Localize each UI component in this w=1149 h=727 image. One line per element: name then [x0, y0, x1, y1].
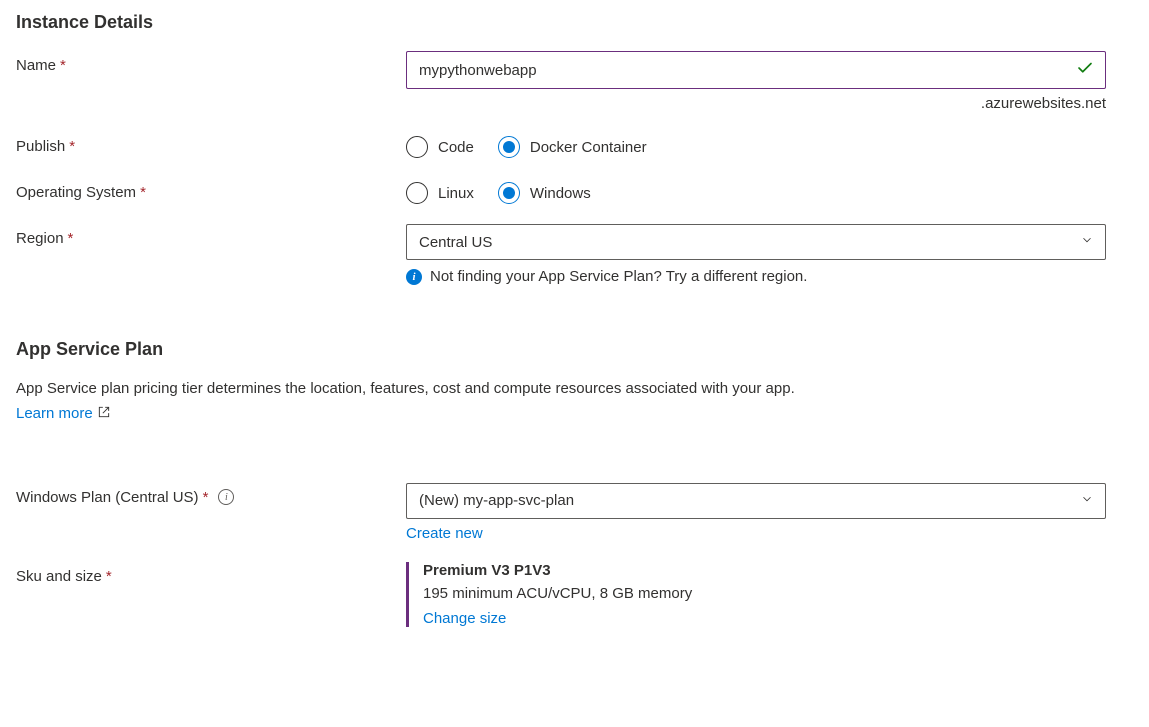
publish-docker-radio[interactable]: Docker Container — [498, 136, 647, 158]
required-indicator: * — [140, 184, 146, 201]
domain-suffix: .azurewebsites.net — [406, 95, 1106, 112]
radio-checked-icon — [498, 182, 520, 204]
instance-details-header: Instance Details — [16, 12, 1133, 33]
plan-label: Windows Plan (Central US) * i — [16, 483, 406, 506]
sku-label: Sku and size * — [16, 562, 406, 585]
publish-label: Publish * — [16, 132, 406, 155]
required-indicator: * — [69, 138, 75, 155]
os-label: Operating System * — [16, 178, 406, 201]
publish-row: Publish * Code Docker Container — [16, 132, 1133, 158]
required-indicator: * — [60, 57, 66, 74]
valid-check-icon — [1076, 59, 1094, 81]
required-indicator: * — [68, 230, 74, 247]
region-label: Region * — [16, 224, 406, 247]
os-linux-radio[interactable]: Linux — [406, 182, 474, 204]
info-outline-icon[interactable]: i — [218, 489, 234, 505]
plan-select[interactable]: (New) my-app-svc-plan — [406, 483, 1106, 519]
radio-checked-icon — [498, 136, 520, 158]
radio-unchecked-icon — [406, 136, 428, 158]
plan-row: Windows Plan (Central US) * i (New) my-a… — [16, 483, 1133, 542]
os-windows-radio[interactable]: Windows — [498, 182, 591, 204]
change-size-link[interactable]: Change size — [423, 610, 506, 627]
app-service-plan-header: App Service Plan — [16, 339, 1133, 360]
os-row: Operating System * Linux Windows — [16, 178, 1133, 204]
radio-unchecked-icon — [406, 182, 428, 204]
region-row: Region * Central US i Not finding your A… — [16, 224, 1133, 285]
region-select[interactable]: Central US — [406, 224, 1106, 260]
name-label: Name * — [16, 51, 406, 74]
sku-row: Sku and size * Premium V3 P1V3 195 minim… — [16, 562, 1133, 627]
required-indicator: * — [106, 568, 112, 585]
publish-code-radio[interactable]: Code — [406, 136, 474, 158]
sku-detail: 195 minimum ACU/vCPU, 8 GB memory — [423, 585, 1106, 602]
sku-box: Premium V3 P1V3 195 minimum ACU/vCPU, 8 … — [406, 562, 1106, 627]
external-link-icon — [97, 405, 111, 423]
app-service-plan-description: App Service plan pricing tier determines… — [16, 378, 1133, 401]
learn-more-link[interactable]: Learn more — [16, 405, 111, 423]
name-row: Name * .azurewebsites.net — [16, 51, 1133, 112]
sku-tier: Premium V3 P1V3 — [423, 562, 1106, 579]
region-hint: Not finding your App Service Plan? Try a… — [430, 268, 807, 285]
name-input[interactable] — [406, 51, 1106, 89]
required-indicator: * — [203, 489, 209, 506]
create-new-link[interactable]: Create new — [406, 525, 483, 542]
info-icon: i — [406, 269, 422, 285]
